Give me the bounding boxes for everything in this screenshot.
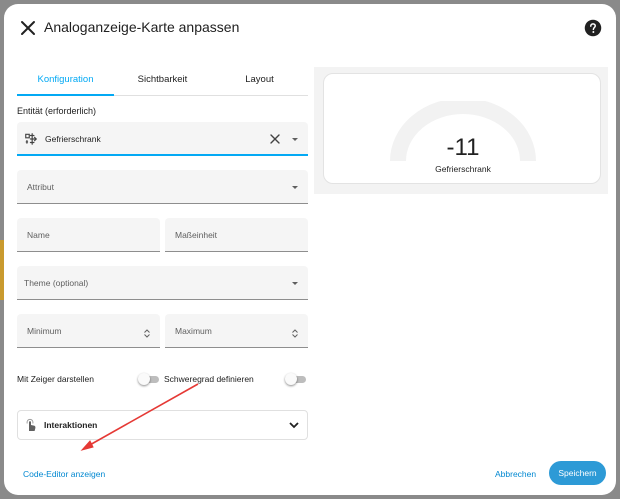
needle-toggle[interactable] (138, 373, 160, 385)
stepper-icon[interactable] (144, 329, 150, 338)
attribute-select[interactable]: Attribut (17, 170, 308, 204)
edit-card-dialog: Analoganzeige-Karte anpassen Konfigurati… (4, 4, 616, 495)
entity-device-icon (25, 133, 38, 145)
severity-toggle-label: Schweregrad definieren (164, 374, 254, 384)
unit-field[interactable]: Maßeinheit (165, 218, 308, 252)
close-icon[interactable] (16, 16, 40, 40)
gauge-entity-name: Gefrierschrank (435, 164, 491, 174)
severity-toggle[interactable] (285, 373, 307, 385)
code-editor-button[interactable]: Code-Editor anzeigen (23, 469, 105, 479)
card-preview-panel: -11 Gefrierschrank (314, 67, 608, 194)
gauge-card-preview: -11 Gefrierschrank (323, 73, 601, 184)
attribute-placeholder: Attribut (27, 182, 54, 192)
needle-toggle-label: Mit Zeiger darstellen (17, 374, 95, 384)
maximum-placeholder: Maximum (175, 326, 212, 336)
gauge-value: -11 (446, 134, 480, 161)
save-button[interactable]: Speichern (549, 461, 606, 485)
unit-placeholder: Maßeinheit (175, 230, 218, 240)
minimum-placeholder: Minimum (27, 326, 62, 336)
dialog-title: Analoganzeige-Karte anpassen (44, 19, 240, 35)
entity-value: Gefrierschrank (45, 134, 101, 144)
chevron-down-icon[interactable] (292, 282, 298, 285)
tab-sichtbarkeit[interactable]: Sichtbarkeit (114, 66, 211, 95)
interactions-expander[interactable]: Interaktionen (17, 410, 308, 440)
maximum-field[interactable]: Maximum (165, 314, 308, 348)
name-field[interactable]: Name (17, 218, 160, 252)
chevron-down-icon[interactable] (292, 138, 298, 141)
minimum-field[interactable]: Minimum (17, 314, 160, 348)
tab-konfiguration[interactable]: Konfiguration (17, 66, 114, 96)
tab-layout[interactable]: Layout (211, 66, 308, 95)
clear-icon[interactable] (270, 134, 280, 144)
chevron-down-icon[interactable] (289, 421, 299, 429)
dialog-header: Analoganzeige-Karte anpassen (4, 4, 616, 52)
theme-select[interactable]: Theme (optional) (17, 266, 308, 300)
chevron-down-icon[interactable] (292, 186, 298, 189)
name-placeholder: Name (27, 230, 50, 240)
entity-label: Entität (erforderlich) (17, 106, 97, 116)
interactions-label: Interaktionen (44, 420, 98, 430)
touch-icon (26, 418, 36, 431)
entity-picker[interactable]: Gefrierschrank (17, 122, 308, 156)
stepper-icon[interactable] (292, 329, 298, 338)
editor-tabs: Konfiguration Sichtbarkeit Layout (17, 66, 308, 96)
theme-placeholder: Theme (optional) (24, 278, 89, 288)
help-icon[interactable] (584, 19, 602, 37)
cancel-button[interactable]: Abbrechen (495, 469, 536, 479)
